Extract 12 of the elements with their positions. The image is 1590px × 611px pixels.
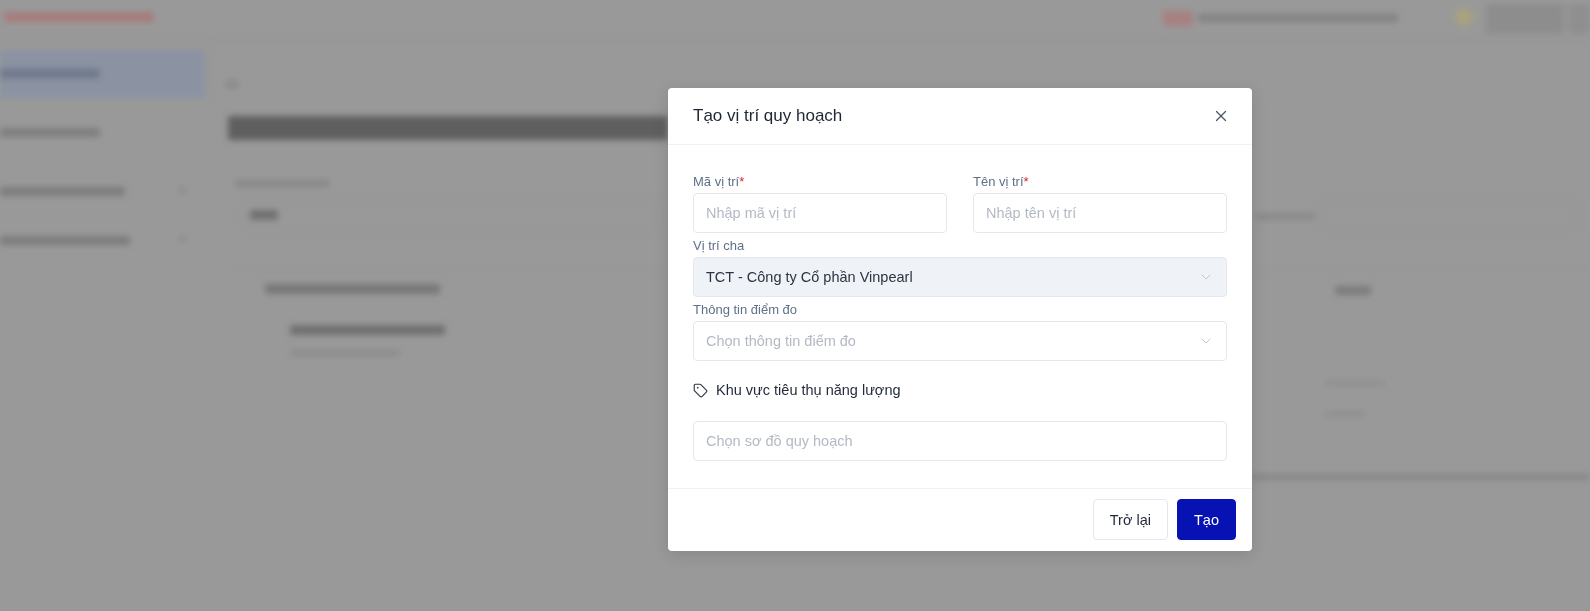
field-label: Thông tin điểm đo: [693, 302, 798, 318]
tag-icon: [693, 382, 708, 398]
field-label: Mã vị trí*: [693, 174, 745, 190]
section-title: Khu vực tiêu thụ năng lượng: [716, 381, 901, 400]
text-field[interactable]: Chọn sơ đồ quy hoạch: [693, 421, 1227, 461]
back-button[interactable]: Trở lại: [1092, 499, 1168, 540]
text-field[interactable]: Nhập mã vị trí: [693, 193, 947, 233]
create-button[interactable]: Tạo: [1177, 499, 1236, 540]
field-label: Tên vị trí*: [973, 174, 1029, 190]
text-field[interactable]: Nhập tên vị trí: [973, 193, 1227, 233]
field-label: Vị trí cha: [693, 238, 745, 254]
dialog-title: Tạo vị trí quy hoạch: [693, 106, 843, 126]
